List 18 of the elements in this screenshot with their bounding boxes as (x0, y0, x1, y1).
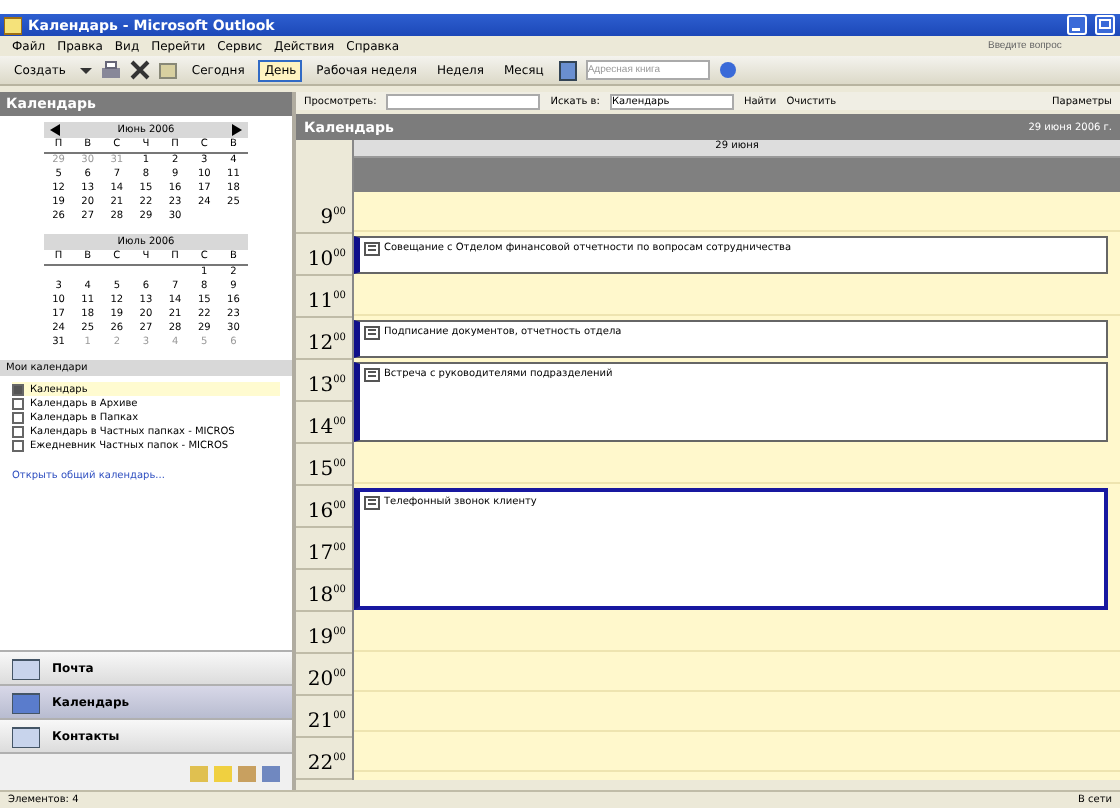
print-icon[interactable] (99, 60, 122, 80)
appointment-icon[interactable] (364, 368, 380, 382)
checkbox[interactable] (12, 425, 24, 437)
previous-month-icon[interactable] (50, 124, 60, 136)
appointment-icon[interactable] (364, 326, 380, 340)
checkbox[interactable] (12, 439, 24, 451)
checkbox[interactable] (12, 397, 24, 409)
checkbox[interactable] (12, 411, 24, 423)
search-field[interactable] (386, 93, 541, 109)
minimize-icon[interactable] (1066, 14, 1088, 36)
dropdown-arrow-icon[interactable] (79, 67, 92, 73)
calendar-icon[interactable] (4, 15, 22, 35)
next-month-icon[interactable] (232, 124, 242, 136)
checkbox[interactable] (12, 383, 24, 395)
appointment-icon[interactable] (364, 496, 380, 510)
delete-icon[interactable] (129, 60, 150, 80)
appointment-icon[interactable] (364, 242, 380, 256)
maximize-icon[interactable] (1094, 14, 1116, 36)
